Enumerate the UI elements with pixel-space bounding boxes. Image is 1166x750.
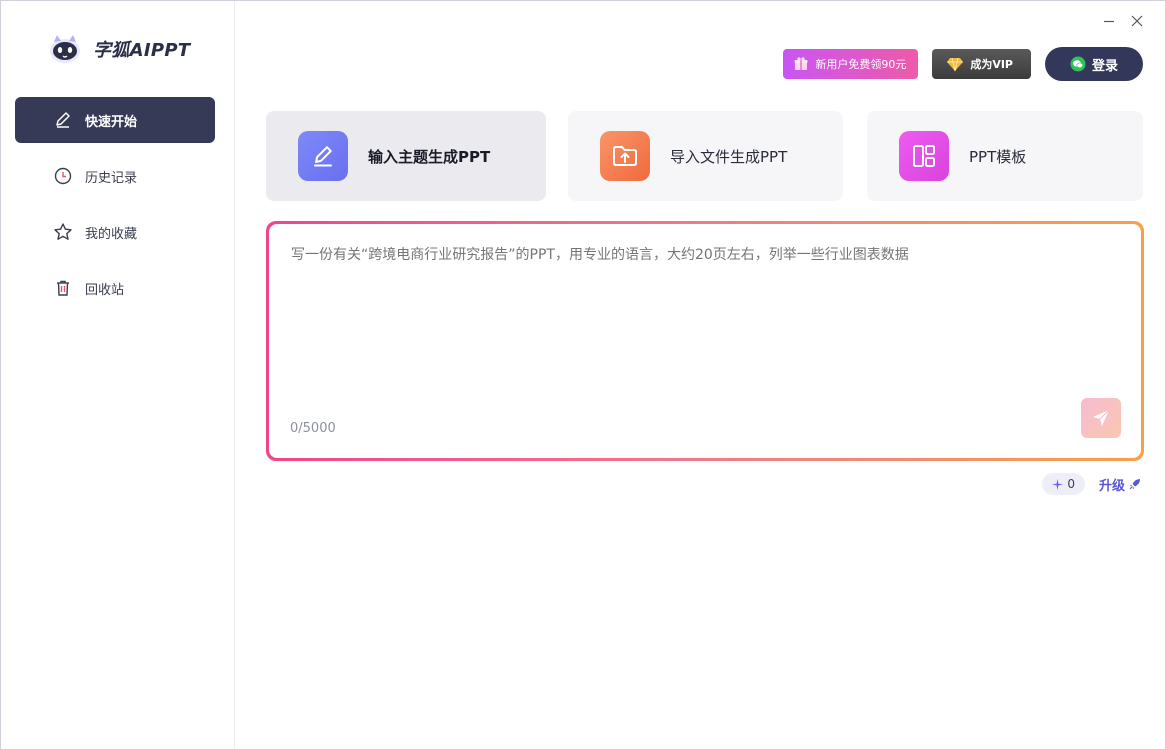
window-controls (1101, 13, 1145, 29)
mode-card-label: 输入主题生成PPT (368, 147, 491, 166)
header-actions: 新用户免费领90元 成为VIP 登录 (783, 47, 1143, 81)
sidebar-item-history[interactable]: 历史记录 (15, 153, 215, 199)
gift-icon (794, 57, 808, 70)
sidebar-item-label: 回收站 (85, 282, 125, 298)
topic-input[interactable] (291, 244, 1119, 376)
folder-upload-icon (600, 131, 650, 181)
send-button[interactable] (1081, 398, 1121, 438)
mode-card-label: 导入文件生成PPT (670, 147, 788, 166)
mode-card-import-file[interactable]: 导入文件生成PPT (568, 111, 843, 201)
sparkle-icon (1052, 478, 1064, 490)
robot-logo-icon (50, 35, 80, 63)
sidebar: 字狐AIPPT 快速开始 历史记录 我的收藏 回收站 (1, 1, 235, 749)
app-title: 字狐AIPPT (93, 40, 191, 61)
minimize-icon[interactable] (1101, 13, 1117, 29)
sidebar-item-favorites[interactable]: 我的收藏 (15, 209, 215, 255)
app-window: 字狐AIPPT 快速开始 历史记录 我的收藏 回收站 新用户免费领90元 成为V… (0, 0, 1166, 750)
credit-count: 0 (1067, 477, 1075, 491)
gift-label: 新用户免费领90元 (815, 58, 907, 71)
prompt-box: 0/5000 (266, 221, 1144, 461)
login-button[interactable]: 登录 (1045, 47, 1143, 81)
prompt-box-inner: 0/5000 (269, 224, 1141, 458)
pen-icon (298, 131, 348, 181)
trash-icon (53, 278, 73, 298)
sidebar-nav: 快速开始 历史记录 我的收藏 回收站 (15, 97, 215, 321)
new-user-gift-button[interactable]: 新用户免费领90元 (783, 49, 919, 79)
mode-card-topic[interactable]: 输入主题生成PPT (266, 111, 546, 201)
mode-card-templates[interactable]: PPT模板 (867, 111, 1143, 201)
become-vip-button[interactable]: 成为VIP (932, 49, 1031, 79)
send-icon (1093, 409, 1110, 426)
login-label: 登录 (1091, 58, 1118, 74)
mode-cards: 输入主题生成PPT 导入文件生成PPT PPT模板 (266, 111, 1143, 201)
upgrade-link[interactable]: 升级 (1099, 475, 1141, 494)
rocket-icon (1129, 479, 1140, 490)
vip-label: 成为VIP (970, 58, 1013, 71)
clock-icon (53, 166, 73, 186)
mode-card-label: PPT模板 (969, 147, 1027, 166)
diamond-icon (947, 57, 964, 72)
close-icon[interactable] (1129, 13, 1145, 29)
sidebar-item-trash[interactable]: 回收站 (15, 265, 215, 311)
brand: 字狐AIPPT (47, 31, 190, 67)
credits-bar: 0 升级 (1042, 473, 1141, 495)
layout-icon (899, 131, 949, 181)
pen-icon (53, 110, 73, 130)
sidebar-item-label: 历史记录 (85, 170, 138, 186)
character-count: 0/5000 (290, 421, 336, 436)
upgrade-label: 升级 (1098, 478, 1125, 494)
sidebar-item-label: 快速开始 (85, 114, 138, 130)
credit-balance-badge: 0 (1042, 473, 1085, 495)
star-icon (53, 222, 73, 242)
sidebar-item-label: 我的收藏 (85, 226, 138, 242)
sidebar-item-quick-start[interactable]: 快速开始 (15, 97, 215, 143)
wechat-icon (1070, 56, 1086, 72)
